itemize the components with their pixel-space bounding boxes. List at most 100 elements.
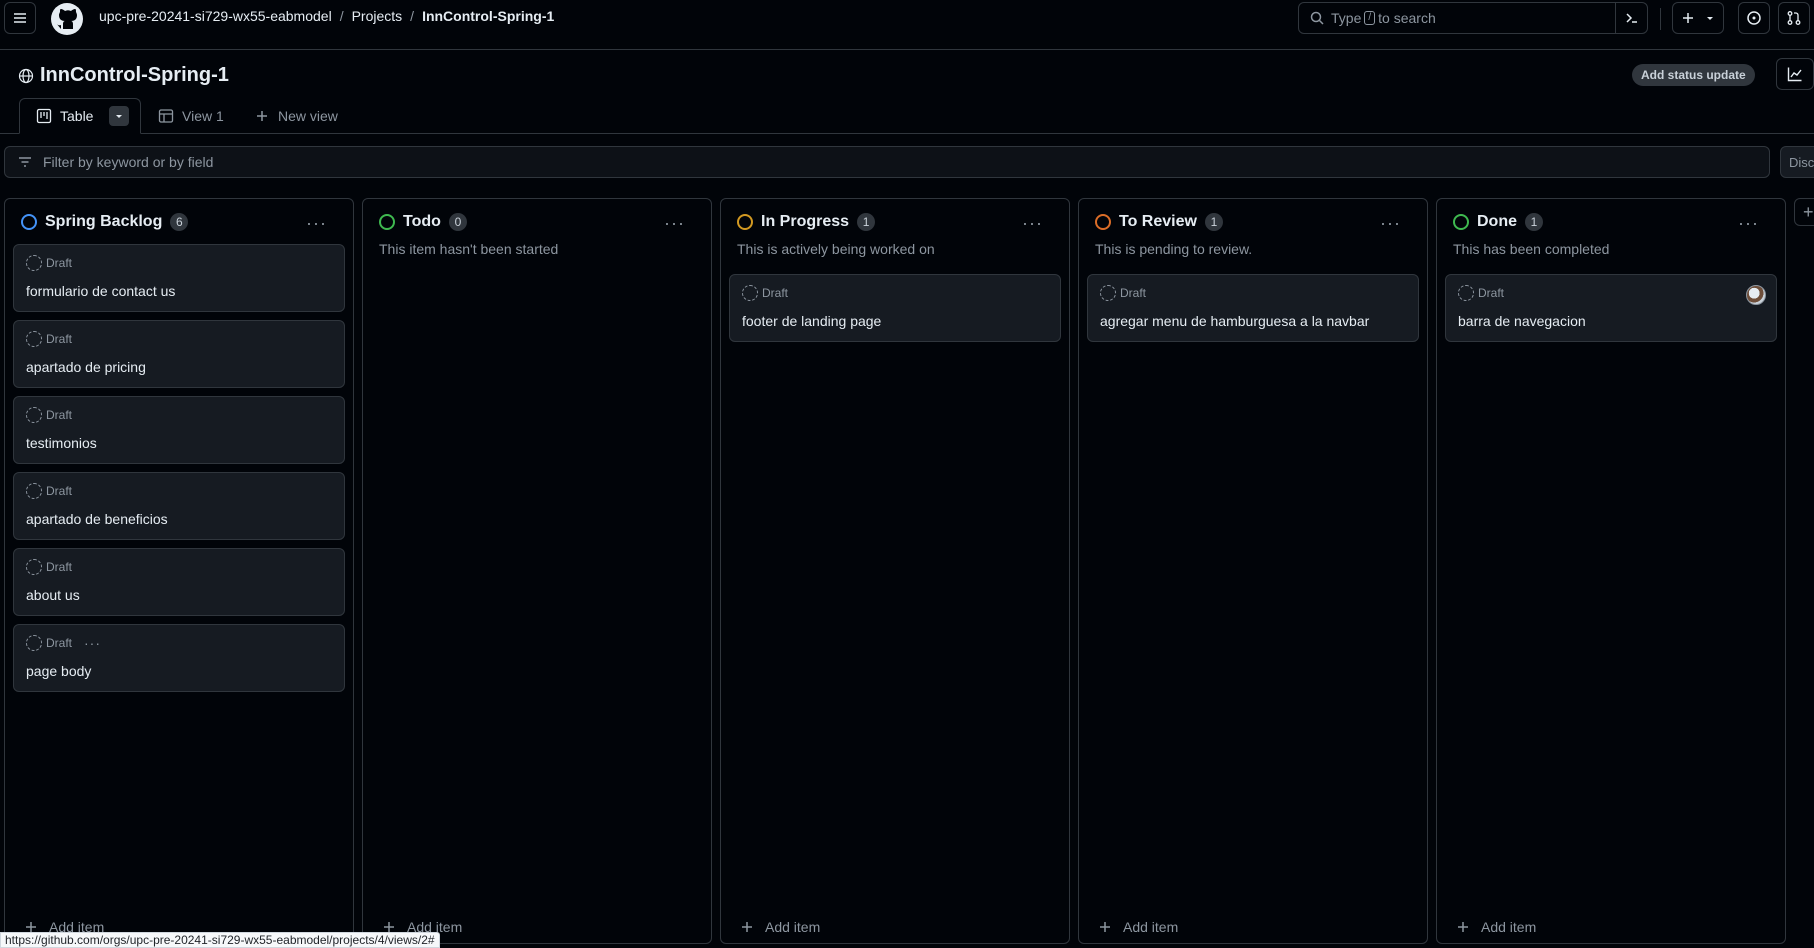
column-menu-button[interactable]: ··· <box>664 213 685 234</box>
card-more-button[interactable]: ··· <box>84 635 101 651</box>
column-description: This has been completed <box>1453 241 1610 257</box>
add-item-label: Add item <box>1481 919 1537 935</box>
draft-issue-icon <box>26 483 42 499</box>
search-icon <box>1310 11 1324 25</box>
column-menu-button[interactable]: ··· <box>1022 213 1043 234</box>
column-header: In Progress 1 <box>737 213 876 231</box>
card-status-label: Draft <box>1478 286 1505 300</box>
draft-issue-icon <box>26 559 42 575</box>
add-status-update-button[interactable]: Add status update <box>1632 64 1755 86</box>
issues-button[interactable] <box>1738 2 1770 34</box>
pull-requests-button[interactable] <box>1778 2 1810 34</box>
filter-input[interactable]: Filter by keyword or by field <box>4 146 1770 178</box>
breadcrumb: upc-pre-20241-si729-wx55-eabmodel / Proj… <box>99 8 554 24</box>
column-description: This item hasn't been started <box>379 241 559 257</box>
breadcrumb-project-link[interactable]: InnControl-Spring-1 <box>422 8 554 24</box>
column-header: Todo 0 <box>379 213 467 231</box>
filter-placeholder: Filter by keyword or by field <box>43 154 214 170</box>
card-status: Draft <box>26 255 72 271</box>
plus-icon <box>742 922 752 932</box>
add-item-label: Add item <box>1123 919 1179 935</box>
board-card[interactable]: Draft agregar menu de hamburguesa a la na… <box>1087 274 1419 342</box>
add-column-button[interactable]: + <box>1794 198 1814 226</box>
tab-options-button[interactable] <box>109 106 130 126</box>
board-column: Todo 0 ··· This item hasn't been started Add… <box>362 198 712 944</box>
card-title[interactable]: formulario de contact us <box>26 283 175 299</box>
column-header: To Review 1 <box>1095 213 1223 231</box>
breadcrumb-projects-link[interactable]: Projects <box>352 8 403 24</box>
board-column: Spring Backlog 6 ··· Draft formulario de con… <box>4 198 354 944</box>
column-name: In Progress <box>761 213 850 230</box>
command-palette-button[interactable] <box>1615 3 1647 33</box>
card-status: Draft ··· <box>26 635 101 651</box>
breadcrumb-separator: / <box>339 8 344 24</box>
project-title-row: InnControl-Spring-1 <box>18 64 229 87</box>
card-status-label: Draft <box>762 286 789 300</box>
plus-icon <box>1100 922 1110 932</box>
card-title[interactable]: footer de landing page <box>742 313 881 329</box>
hamburger-menu-button[interactable] <box>4 2 36 34</box>
card-title[interactable]: apartado de beneficios <box>26 511 168 527</box>
card-title[interactable]: agregar menu de hamburguesa a la navbar <box>1100 313 1369 329</box>
draft-issue-icon <box>1458 285 1474 301</box>
draft-issue-icon <box>26 255 42 271</box>
board-card[interactable]: Draft testimonios <box>13 396 345 464</box>
hamburger-icon <box>14 13 26 23</box>
column-menu-button[interactable]: ··· <box>1380 213 1401 234</box>
card-title[interactable]: about us <box>26 587 80 603</box>
column-menu-button[interactable]: ··· <box>1738 213 1759 234</box>
column-count-badge: 1 <box>1204 213 1223 231</box>
board-card[interactable]: Draft about us <box>13 548 345 616</box>
triangle-down-icon <box>116 115 123 118</box>
project-title[interactable]: InnControl-Spring-1 <box>40 64 229 87</box>
column-description: This is pending to review. <box>1095 241 1253 257</box>
board-card[interactable]: Draft barra de navegacion <box>1445 274 1777 342</box>
search-shortcut-key: / <box>1364 11 1376 25</box>
card-status-label: Draft <box>46 408 73 422</box>
board-card[interactable]: Draft apartado de beneficios <box>13 472 345 540</box>
column-menu-button[interactable]: ··· <box>306 213 327 234</box>
board-card[interactable]: Draft apartado de pricing <box>13 320 345 388</box>
card-status: Draft <box>26 483 72 499</box>
assignee-avatar[interactable] <box>1746 285 1766 305</box>
create-new-button[interactable] <box>1672 2 1724 34</box>
search-prefix: Type <box>1331 10 1362 26</box>
breadcrumb-org-link[interactable]: upc-pre-20241-si729-wx55-eabmodel <box>99 8 332 24</box>
card-status: Draft <box>742 285 788 301</box>
tab-label: New view <box>278 108 338 124</box>
board-card[interactable]: Draft footer de landing page <box>729 274 1061 342</box>
draft-issue-icon <box>26 407 42 423</box>
card-title[interactable]: testimonios <box>26 435 97 451</box>
column-count-badge: 1 <box>1525 213 1543 231</box>
divider <box>1660 8 1661 30</box>
column-count-badge: 1 <box>857 213 876 231</box>
card-title[interactable]: apartado de pricing <box>26 359 146 375</box>
add-item-button[interactable]: Add item <box>739 919 820 935</box>
column-description: This is actively being worked on <box>737 241 935 257</box>
project-board-icon <box>36 108 52 124</box>
add-item-button[interactable]: Add item <box>1455 919 1536 935</box>
draft-issue-icon <box>742 285 758 301</box>
add-item-button[interactable]: Add item <box>1097 919 1178 935</box>
status-circle-icon <box>737 214 753 230</box>
plus-icon <box>257 111 267 121</box>
tab-view-1[interactable]: View 1 <box>158 98 224 134</box>
tab-label: Table <box>60 108 94 124</box>
draft-issue-icon <box>1100 285 1116 301</box>
board-card[interactable]: Draft ··· page body <box>13 624 345 692</box>
card-status-label: Draft <box>46 332 73 346</box>
status-circle-icon <box>1453 214 1469 230</box>
tab-table[interactable]: Table <box>19 98 141 134</box>
insights-button[interactable] <box>1776 58 1814 90</box>
discard-button[interactable]: Disca <box>1780 146 1814 178</box>
terminal-icon <box>1625 13 1637 23</box>
add-item-label: Add item <box>765 919 821 935</box>
board-card[interactable]: Draft formulario de contact us <box>13 244 345 312</box>
issue-opened-icon <box>1747 11 1761 25</box>
new-view-button[interactable]: New view <box>254 98 338 134</box>
search-input[interactable]: Type / to search <box>1298 2 1648 34</box>
card-title[interactable]: barra de navegacion <box>1458 313 1586 329</box>
card-title[interactable]: page body <box>26 663 91 679</box>
github-logo-icon[interactable] <box>50 2 84 36</box>
link-preview-statusbar: https://github.com/orgs/upc-pre-20241-si… <box>0 932 440 948</box>
